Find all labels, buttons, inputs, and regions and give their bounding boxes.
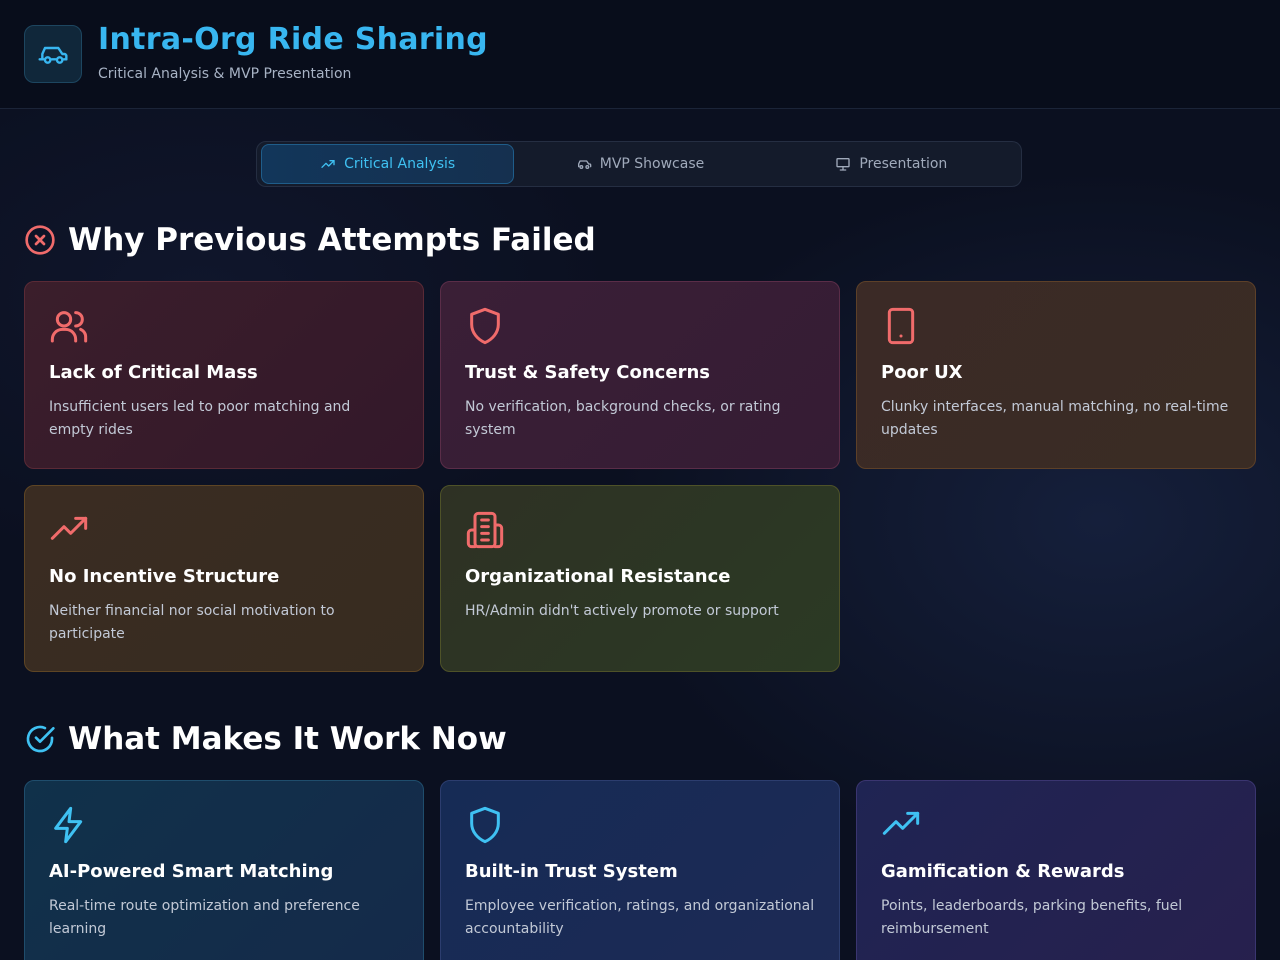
- card-description: Neither financial nor social motivation …: [49, 603, 335, 642]
- card-title: AI-Powered Smart Matching: [49, 861, 334, 882]
- card-title: Organizational Resistance: [465, 566, 731, 587]
- card-title: Poor UX: [881, 362, 963, 383]
- card-title: Lack of Critical Mass: [49, 362, 258, 383]
- check-circle-icon: [26, 725, 55, 753]
- section-title: What Makes It Work Now: [68, 721, 507, 757]
- card-title: Gamification & Rewards: [881, 861, 1125, 882]
- app-subtitle: Critical Analysis & MVP Presentation: [98, 66, 352, 82]
- card-description: HR/Admin didn't actively promote or supp…: [465, 603, 779, 619]
- zap-icon: [54, 806, 83, 844]
- users-icon: [50, 311, 88, 343]
- tab-bar: Critical Analysis MVP Showcase Presentat…: [256, 141, 1022, 187]
- section-works-heading: What Makes It Work Now: [24, 721, 507, 757]
- smartphone-icon: [887, 307, 915, 345]
- x-circle-icon: [25, 225, 55, 255]
- tab-critical-analysis[interactable]: Critical Analysis: [261, 144, 515, 184]
- card-ai-smart-matching: AI-Powered Smart Matching Real-time rout…: [24, 780, 424, 960]
- card-built-in-trust-system: Built-in Trust System Employee verificat…: [440, 780, 840, 960]
- card-description: Points, leaderboards, parking benefits, …: [881, 898, 1183, 937]
- card-title: Built-in Trust System: [465, 861, 678, 882]
- tab-label: Critical Analysis: [344, 156, 456, 172]
- card-lack-of-critical-mass: Lack of Critical Mass Insufficient users…: [24, 281, 424, 469]
- card-poor-ux: Poor UX Clunky interfaces, manual matchi…: [856, 281, 1256, 469]
- presentation-icon: [836, 158, 851, 171]
- card-gamification-rewards: Gamification & Rewards Points, leaderboa…: [856, 780, 1256, 960]
- card-title: No Incentive Structure: [49, 566, 280, 587]
- car-icon: [577, 160, 592, 169]
- card-description: No verification, background checks, or r…: [465, 399, 781, 438]
- shield-icon: [470, 307, 500, 345]
- card-organizational-resistance: Organizational Resistance HR/Admin didn'…: [440, 485, 840, 672]
- tab-presentation[interactable]: Presentation: [766, 144, 1017, 184]
- app-title: Intra-Org Ride Sharing: [98, 22, 488, 57]
- tab-label: MVP Showcase: [599, 156, 705, 172]
- building-icon: [466, 511, 504, 549]
- car-icon: [24, 25, 82, 83]
- card-no-incentive-structure: No Incentive Structure Neither financial…: [24, 485, 424, 672]
- tab-mvp-showcase[interactable]: MVP Showcase: [514, 144, 765, 184]
- trending-up-icon: [321, 160, 335, 168]
- card-description: Real-time route optimization and prefere…: [49, 898, 360, 937]
- card-title: Trust & Safety Concerns: [465, 362, 710, 383]
- section-title: Why Previous Attempts Failed: [68, 222, 596, 258]
- shield-icon: [470, 806, 500, 844]
- trending-up-icon: [882, 811, 920, 835]
- tab-label: Presentation: [859, 156, 948, 172]
- card-description: Insufficient users led to poor matching …: [49, 399, 351, 438]
- trending-up-icon: [50, 516, 88, 540]
- app-header: Intra-Org Ride Sharing Critical Analysis…: [0, 0, 1280, 109]
- card-trust-safety-concerns: Trust & Safety Concerns No verification,…: [440, 281, 840, 469]
- card-description: Employee verification, ratings, and orga…: [465, 898, 815, 937]
- section-failed-heading: Why Previous Attempts Failed: [24, 222, 596, 258]
- card-description: Clunky interfaces, manual matching, no r…: [881, 399, 1229, 438]
- page: Intra-Org Ride Sharing Critical Analysis…: [0, 0, 1280, 960]
